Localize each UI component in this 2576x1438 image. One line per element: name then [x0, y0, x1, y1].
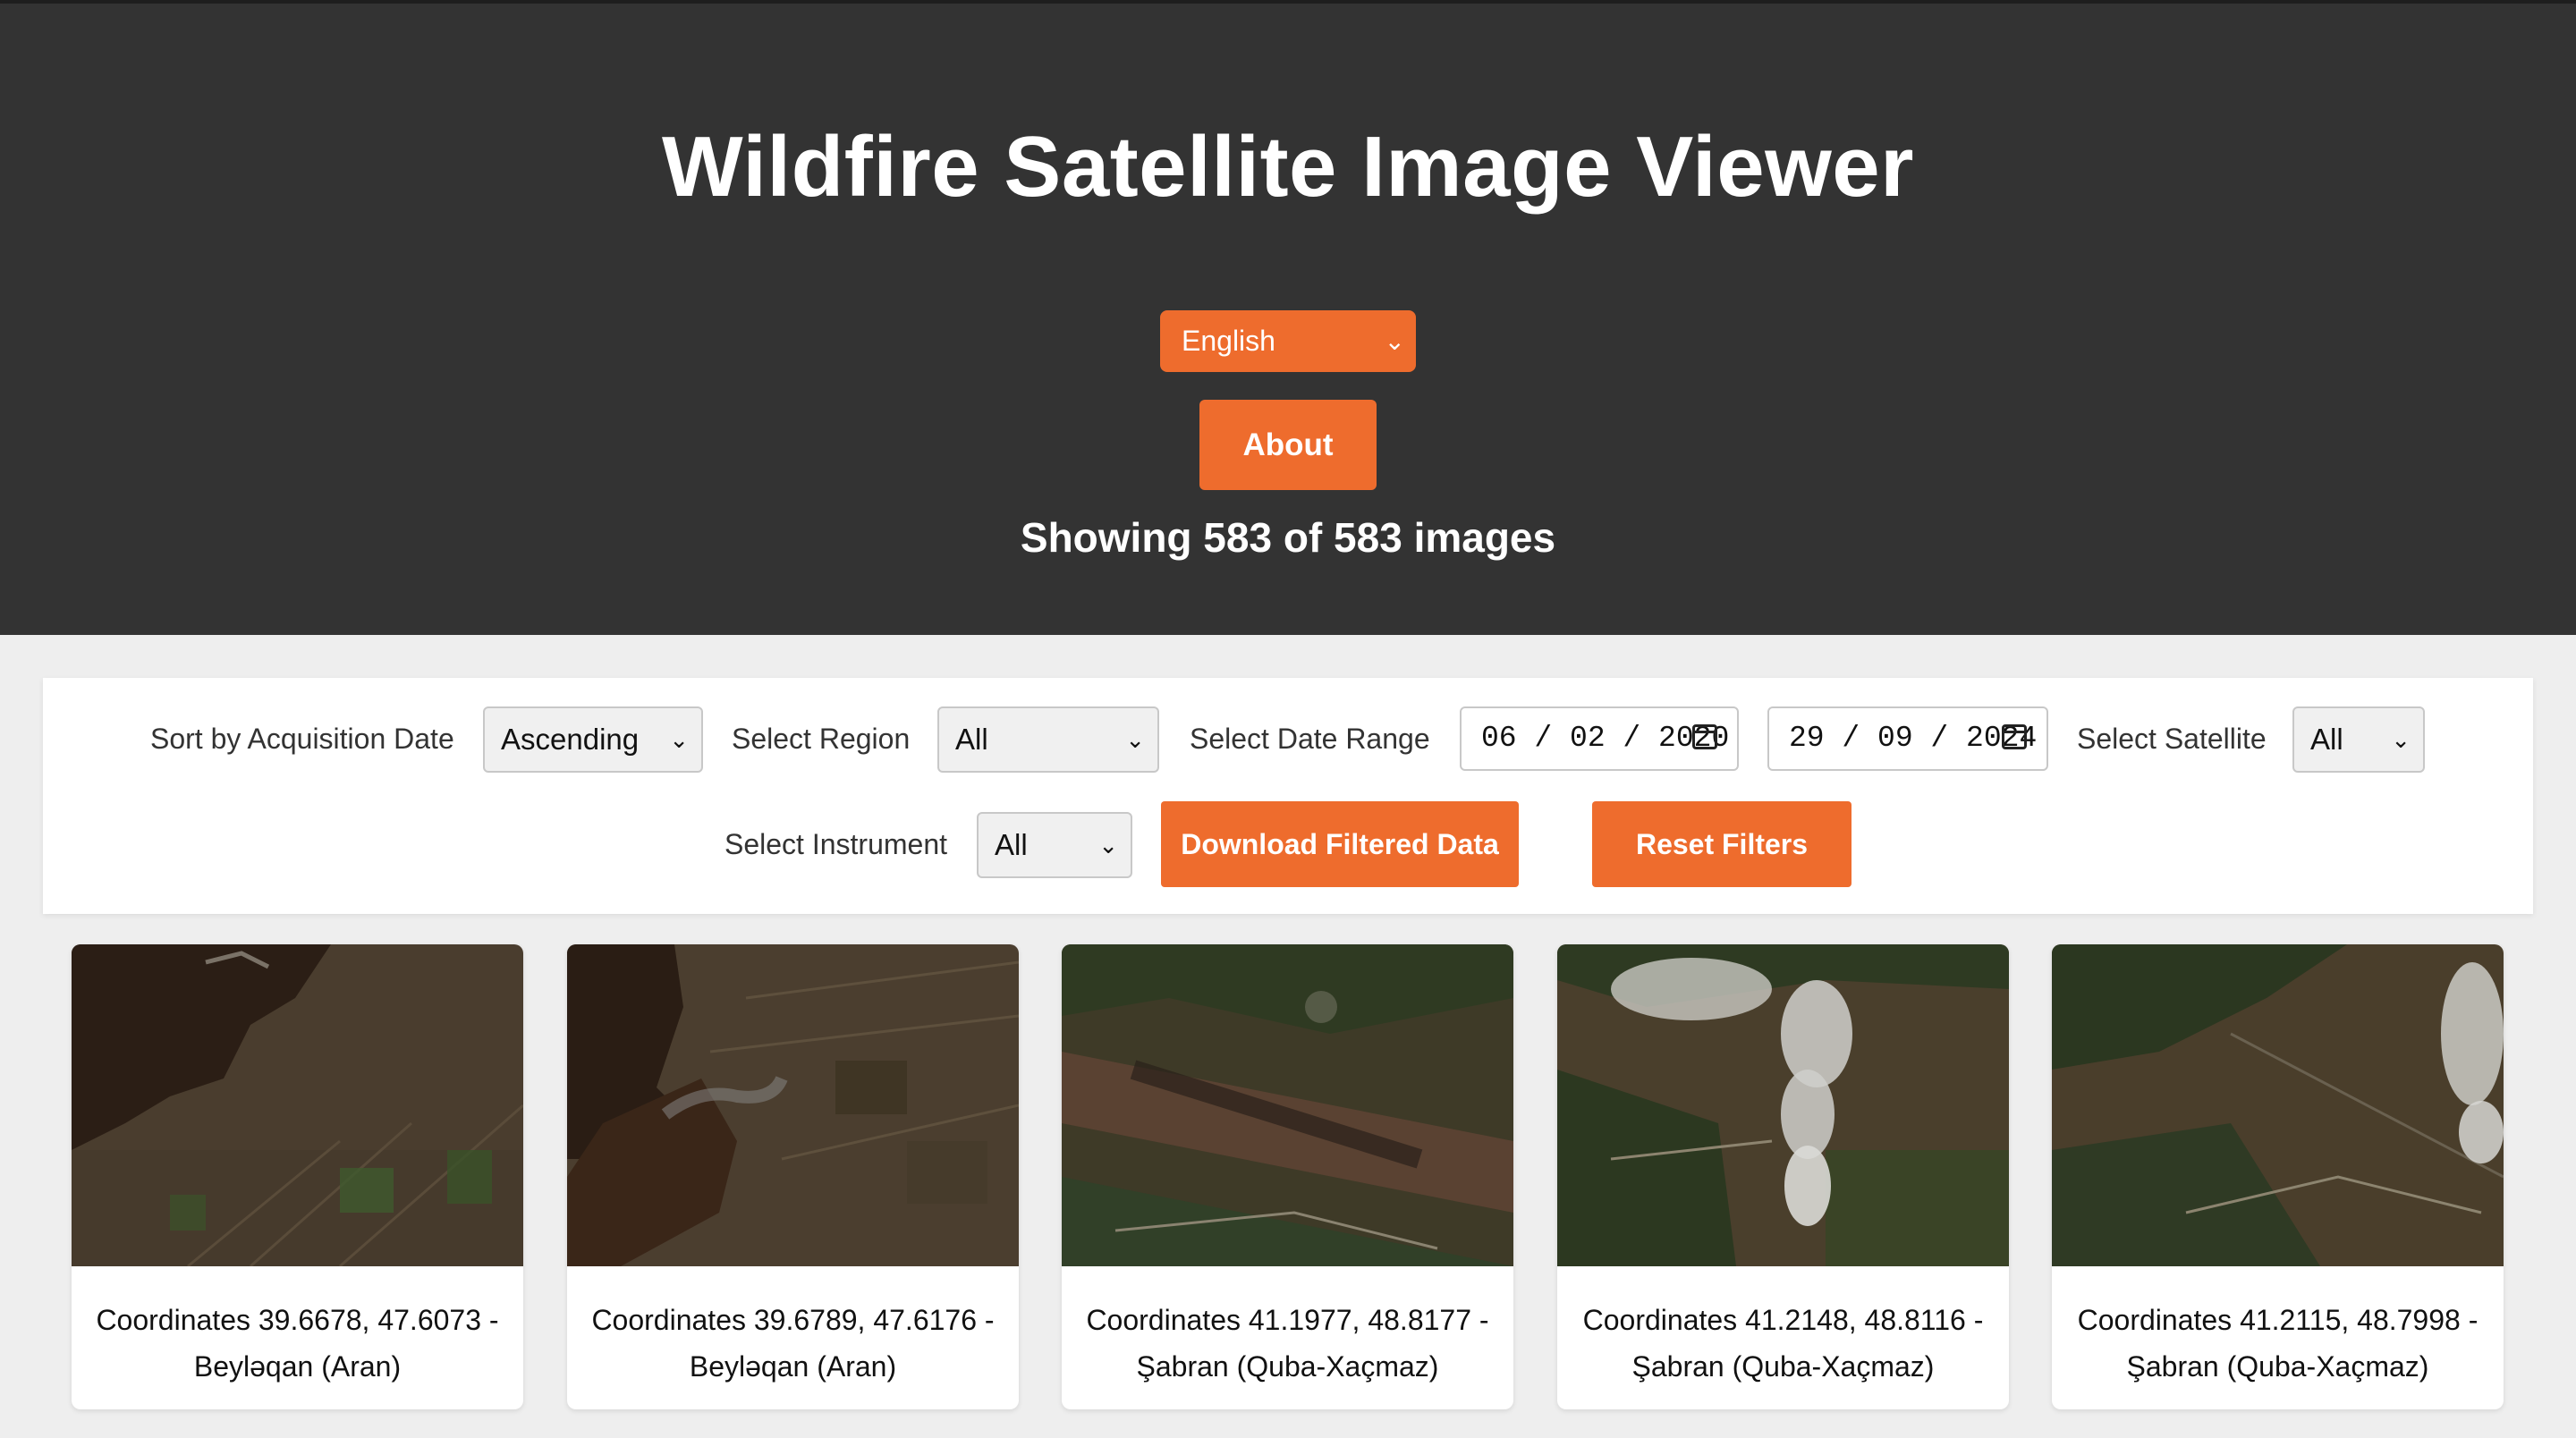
satellite-image[interactable]: [72, 944, 523, 1266]
sort-select[interactable]: Ascending ⌄: [483, 706, 703, 773]
reset-filters-button[interactable]: Reset Filters: [1592, 801, 1852, 887]
image-card-caption: Coordinates 41.2148, 48.8116 - Şabran (Q…: [1557, 1297, 2009, 1390]
chevron-down-icon: ⌄: [669, 726, 689, 753]
caption-region: Beyləqan (Aran): [193, 1350, 402, 1383]
satellite-image[interactable]: [2052, 944, 2504, 1266]
instrument-label: Select Instrument: [724, 828, 947, 860]
caption-region: Beyləqan (Aran): [689, 1350, 897, 1383]
image-card-caption: Coordinates 39.6678, 47.6073 - Beyləqan …: [72, 1297, 523, 1390]
satellite-select-value: All: [2310, 723, 2343, 756]
chevron-down-icon: ⌄: [1384, 327, 1405, 355]
image-card-caption: Coordinates 39.6789, 47.6176 - Beyləqan …: [567, 1297, 1019, 1390]
sort-select-value: Ascending: [501, 723, 640, 756]
page-header: Wildfire Satellite Image Viewer English …: [0, 4, 2576, 635]
image-card[interactable]: Coordinates 41.2115, 48.7998 - Şabran (Q…: [2052, 944, 2504, 1409]
page-title: Wildfire Satellite Image Viewer: [661, 119, 1915, 215]
chevron-down-icon: ⌄: [1098, 832, 1118, 859]
satellite-select[interactable]: All ⌄: [2292, 706, 2425, 773]
caption-coordinates: Coordinates 41.2148, 48.8116 -: [1582, 1304, 1984, 1336]
caption-region: Şabran (Quba-Xaçmaz): [1631, 1350, 1935, 1383]
caption-coordinates: Coordinates 41.1977, 48.8177 -: [1086, 1304, 1489, 1336]
image-card[interactable]: Coordinates 41.1977, 48.8177 - Şabran (Q…: [1062, 944, 1513, 1409]
region-label: Select Region: [732, 723, 911, 755]
date-to-value: 29 / 09 / 2024: [1789, 722, 2038, 755]
image-card[interactable]: Coordinates 39.6789, 47.6176 - Beyləqan …: [567, 944, 1019, 1409]
calendar-icon[interactable]: [1692, 724, 1717, 749]
language-select[interactable]: English ⌄: [1160, 310, 1416, 372]
download-filtered-data-button[interactable]: Download Filtered Data: [1161, 801, 1519, 887]
satellite-image[interactable]: [1062, 944, 1513, 1266]
about-button[interactable]: About: [1199, 400, 1377, 490]
chevron-down-icon: ⌄: [1125, 726, 1145, 753]
caption-region: Şabran (Quba-Xaçmaz): [1136, 1350, 1439, 1383]
caption-coordinates: Coordinates 39.6789, 47.6176 -: [591, 1304, 995, 1336]
caption-coordinates: Coordinates 39.6678, 47.6073 -: [96, 1304, 499, 1336]
instrument-select[interactable]: All ⌄: [977, 812, 1132, 878]
satellite-image[interactable]: [1557, 944, 2009, 1266]
region-select[interactable]: All ⌄: [937, 706, 1159, 773]
date-from-input[interactable]: 06 / 02 / 2020: [1460, 706, 1739, 771]
date-range-label: Select Date Range: [1190, 723, 1430, 755]
chevron-down-icon: ⌄: [2391, 726, 2411, 753]
image-count: Showing 583 of 583 images: [1020, 514, 1556, 561]
date-to-input[interactable]: 29 / 09 / 2024: [1767, 706, 2048, 771]
filter-panel: Sort by Acquisition Date Ascending ⌄ Sel…: [43, 678, 2533, 914]
image-card[interactable]: Coordinates 39.6678, 47.6073 - Beyləqan …: [72, 944, 523, 1409]
calendar-icon[interactable]: [2002, 724, 2027, 749]
caption-region: Şabran (Quba-Xaçmaz): [2126, 1350, 2429, 1383]
region-select-value: All: [955, 723, 988, 756]
caption-coordinates: Coordinates 41.2115, 48.7998 -: [2077, 1304, 2479, 1336]
satellite-image[interactable]: [567, 944, 1019, 1266]
sort-label: Sort by Acquisition Date: [150, 723, 454, 755]
image-card[interactable]: Coordinates 41.2148, 48.8116 - Şabran (Q…: [1557, 944, 2009, 1409]
language-select-value: English: [1182, 325, 1275, 357]
image-card-caption: Coordinates 41.2115, 48.7998 - Şabran (Q…: [2052, 1297, 2504, 1390]
image-card-caption: Coordinates 41.1977, 48.8177 - Şabran (Q…: [1062, 1297, 1513, 1390]
instrument-select-value: All: [995, 828, 1028, 861]
satellite-label: Select Satellite: [2077, 723, 2267, 755]
